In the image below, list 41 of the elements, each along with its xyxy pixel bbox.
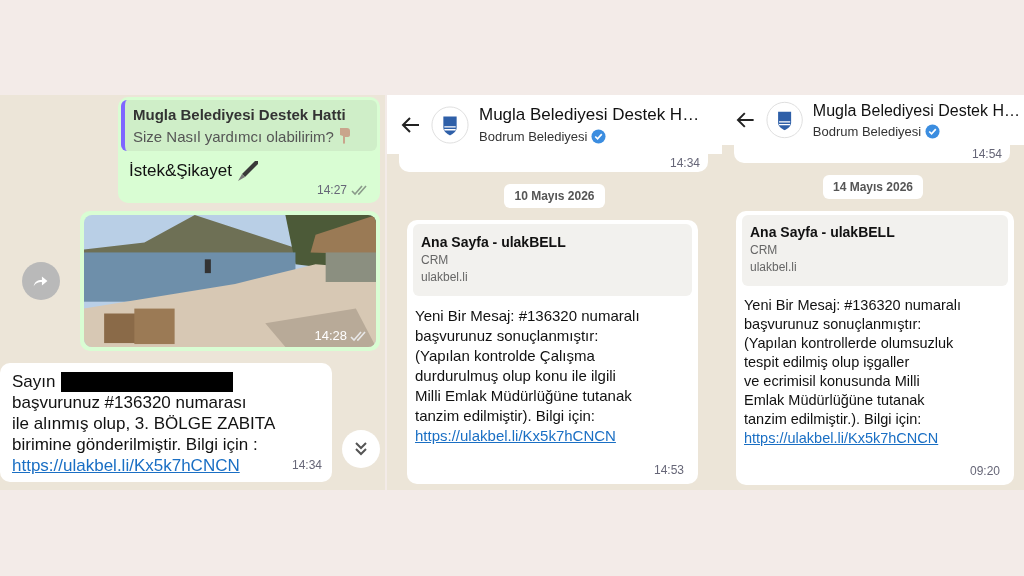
salutation-text: Sayın	[12, 371, 56, 392]
chat-subtitle: Bodrum Belediyesi	[479, 129, 588, 144]
quote-title: Mugla Belediyesi Destek Hatti	[133, 106, 347, 123]
back-arrow-icon[interactable]	[401, 114, 421, 135]
message-link[interactable]: https://ulakbel.li/Kx5k7hCNCN	[12, 455, 240, 476]
back-arrow-icon[interactable]	[736, 110, 756, 130]
quote-text: Size Nasıl yardımcı olabilirim?	[133, 127, 334, 145]
message-time: 14:27	[316, 183, 347, 197]
link-preview[interactable]: Ana Sayfa - ulakBELL CRM ulakbel.li	[413, 224, 692, 296]
message-text: Yeni Bir Mesaj: #136320 numaralı başvurunuz sonuçlanmıştır: (Yapılan kontrolde Çalışma durdurulmuş olup konu ile ilgili Milli Emlak Müdürlüğüne tutanak tanzim edilmiştir). Bilgi için:	[414, 306, 641, 426]
chat-title: Mugla Belediyesi Destek H…	[479, 105, 700, 125]
verified-badge-icon	[925, 123, 941, 139]
message-link[interactable]: https://ulakbel.li/Kx5k7hCNCN	[742, 430, 941, 446]
preview-title: Ana Sayfa - ulakBELL	[750, 223, 896, 242]
message-link[interactable]: https://ulakbel.li/Kx5k7hCNCN	[413, 427, 618, 444]
message-time: 14:28	[314, 328, 347, 343]
verified-badge-icon	[591, 129, 607, 144]
chat-title: Mugla Belediyesi Destek H…	[812, 101, 1020, 120]
message-text: başvurunuz #136320 numarası ile alınmış olup, 3. BÖLGE ZABITA birimine gönderilmiştir. Bilgi için :	[12, 392, 277, 455]
shield-logo-icon	[765, 101, 803, 139]
shield-logo-icon	[431, 105, 469, 144]
message-text: İstek&Şikayet	[129, 161, 232, 181]
message-time: 14:53	[653, 462, 684, 479]
preview-title: Ana Sayfa - ulakBELL	[421, 233, 567, 252]
preview-description: CRM	[421, 252, 450, 269]
preview-domain: ulakbel.li	[421, 269, 469, 286]
message-time: 14:54	[971, 147, 1002, 161]
scroll-down-button[interactable]	[342, 430, 380, 468]
double-check-icon	[351, 184, 369, 196]
message-time: 14:34	[291, 457, 322, 474]
link-preview[interactable]: Ana Sayfa - ulakBELL CRM ulakbel.li	[742, 215, 1008, 286]
pen-icon	[236, 159, 260, 183]
double-check-icon	[350, 329, 368, 342]
message-time: 14:34	[669, 156, 700, 170]
preview-description: CRM	[750, 242, 779, 259]
date-chip: 10 Mayıs 2026	[504, 184, 605, 208]
message-text: Yeni Bir Mesaj: #136320 numaralı başvurunuz sonuçlanmıştır: (Yapılan kontrollerde olumsuzluk tespit edilmiş olup işgaller ve ecrimisil konusunda Milli Emlak Müdürlüğüne tutanak tanzim edilmiştir.). Bilgi için:	[743, 296, 963, 429]
preview-domain: ulakbel.li	[750, 259, 798, 276]
message-time: 09:20	[969, 463, 1000, 480]
date-chip: 14 Mayıs 2026	[822, 175, 924, 199]
chat-subtitle: Bodrum Belediyesi	[812, 123, 922, 139]
